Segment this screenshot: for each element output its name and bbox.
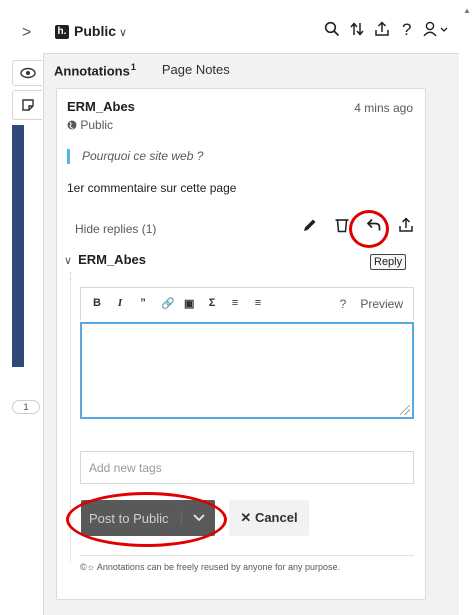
bullet-list-icon[interactable]: ≡ bbox=[253, 297, 263, 310]
math-icon[interactable]: Σ bbox=[207, 297, 217, 310]
italic-button[interactable]: I bbox=[115, 297, 125, 310]
hide-replies-button[interactable]: Hide replies (1) bbox=[75, 222, 156, 236]
license-text[interactable]: Annotations can be freely reused by anyo… bbox=[97, 562, 340, 572]
tab-annotations[interactable]: Annotations1 bbox=[54, 62, 136, 78]
group-label: Public bbox=[74, 23, 117, 39]
eye-icon bbox=[19, 67, 36, 79]
page-notes-toggle-button[interactable] bbox=[12, 90, 42, 120]
annotation-quote: Pourquoi ce site web ? bbox=[67, 149, 203, 164]
reply-highlight-circle bbox=[349, 210, 389, 248]
annotation-visibility: Public bbox=[67, 118, 113, 132]
share-annotation-icon[interactable] bbox=[397, 217, 415, 237]
image-icon[interactable]: ▣ bbox=[184, 297, 194, 310]
share-icon[interactable] bbox=[373, 21, 390, 41]
visibility-label: Public bbox=[80, 118, 114, 132]
search-icon[interactable] bbox=[323, 21, 340, 41]
tab-annotations-count: 1 bbox=[130, 62, 136, 72]
edit-icon[interactable] bbox=[301, 217, 319, 237]
scroll-up-icon[interactable]: ▲ bbox=[463, 6, 471, 15]
scrollbar[interactable] bbox=[459, 0, 473, 615]
preview-button[interactable]: Preview bbox=[360, 297, 403, 311]
help-icon[interactable]: ? bbox=[398, 20, 415, 41]
annotation-timestamp[interactable]: 4 mins ago bbox=[354, 101, 413, 115]
note-icon bbox=[21, 99, 34, 111]
sort-icon[interactable] bbox=[348, 21, 365, 41]
cancel-label: Cancel bbox=[254, 510, 298, 525]
collapse-chevron-icon[interactable]: ∨ bbox=[64, 255, 72, 267]
numbered-list-icon[interactable]: ≡ bbox=[230, 297, 240, 310]
reply-author[interactable]: ∨ ERM_Abes bbox=[64, 252, 146, 267]
reply-text-editor[interactable] bbox=[80, 322, 414, 419]
bold-button[interactable]: B bbox=[92, 297, 102, 310]
user-menu-icon[interactable] bbox=[423, 21, 451, 41]
reply-tooltip: Reply bbox=[370, 254, 407, 270]
group-selector[interactable]: Public ∨ bbox=[74, 23, 127, 39]
close-icon: ✕ bbox=[240, 510, 252, 525]
svg-text:?: ? bbox=[402, 21, 411, 37]
markdown-help-button[interactable]: ? bbox=[340, 297, 347, 311]
hypothesis-logo[interactable]: h. bbox=[55, 25, 69, 39]
top-bar: h. Public ∨ ? bbox=[43, 12, 461, 54]
quote-button[interactable]: ” bbox=[138, 297, 148, 310]
highlight-bar bbox=[12, 125, 24, 367]
reply-textarea[interactable] bbox=[82, 324, 412, 417]
cancel-button[interactable]: ✕ Cancel bbox=[229, 500, 309, 536]
annotation-author[interactable]: ERM_Abes bbox=[67, 99, 135, 114]
cc-icon: ©☼ bbox=[80, 562, 95, 572]
globe-icon bbox=[67, 120, 77, 130]
annotation-count-bubble[interactable]: 1 bbox=[12, 400, 40, 414]
resize-handle-icon[interactable] bbox=[400, 405, 410, 415]
tab-annotations-label: Annotations bbox=[54, 63, 130, 79]
expand-sidebar-icon[interactable]: > bbox=[22, 25, 36, 41]
post-highlight-circle bbox=[66, 492, 227, 547]
markdown-toolbar: B I ” 🔗 ▣ Σ ≡ ≡ ? Preview bbox=[80, 287, 414, 320]
license-notice: ©☼ Annotations can be freely reused by a… bbox=[80, 555, 414, 572]
toggle-highlights-button[interactable] bbox=[12, 60, 42, 86]
chevron-down-icon: ∨ bbox=[119, 27, 128, 39]
annotation-comment: 1er commentaire sur cette page bbox=[67, 181, 237, 195]
link-icon[interactable]: 🔗 bbox=[161, 297, 175, 310]
tab-page-notes[interactable]: Page Notes bbox=[162, 62, 230, 78]
reply-author-name: ERM_Abes bbox=[78, 252, 146, 267]
tags-input[interactable]: Add new tags bbox=[80, 451, 414, 484]
